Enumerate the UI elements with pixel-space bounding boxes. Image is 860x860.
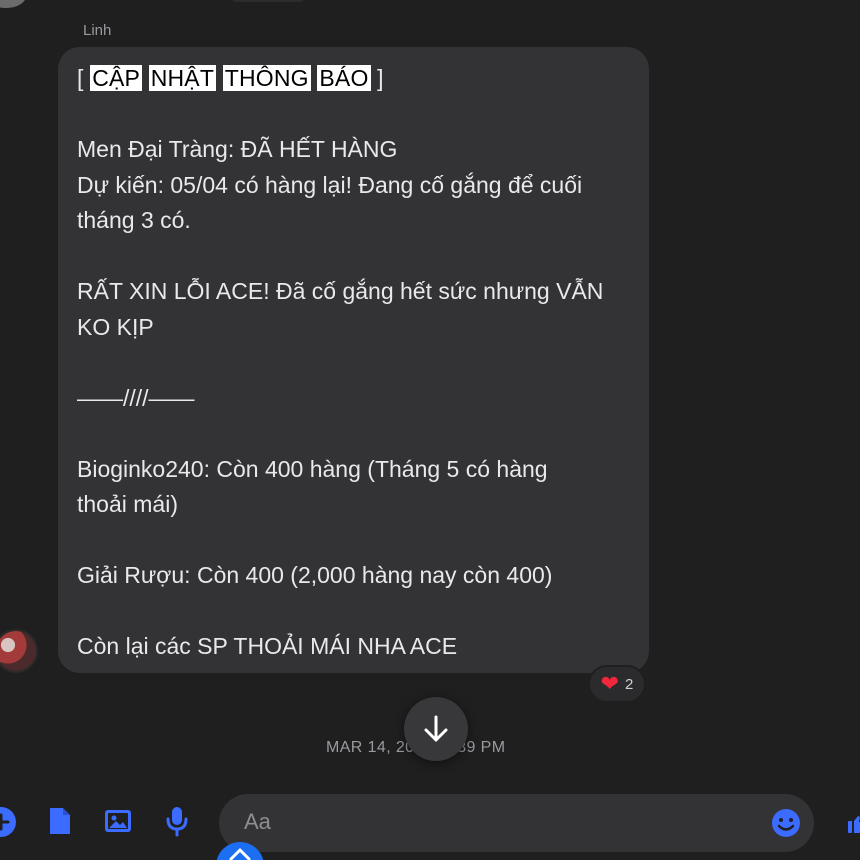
message-line: ——////——	[77, 384, 195, 411]
heading-highlight-word: NHẬT	[148, 65, 217, 91]
plus-icon	[0, 813, 10, 831]
smiley-icon[interactable]	[770, 807, 802, 839]
heading-bracket: ]	[377, 65, 384, 91]
heading-highlight-word: BÁO	[317, 65, 371, 91]
top-avatar-fragment	[0, 0, 26, 8]
scroll-down-button[interactable]	[404, 697, 468, 761]
message-composer: Aa	[0, 790, 860, 860]
heading-highlight-word: THÔNG	[222, 65, 311, 91]
message-line: Men Đại Tràng: ĐÃ HẾT HÀNG	[77, 136, 398, 162]
reaction-count: 2	[625, 675, 634, 693]
message-line: KO KỊP	[77, 313, 154, 340]
top-bar-fragment	[232, 0, 304, 2]
plus-button[interactable]	[0, 807, 16, 837]
message-bubble[interactable]: [ CẬP NHẬT THÔNG BÁO ] Men Đại Tràng: ĐÃ …	[58, 47, 649, 673]
arrow-up-icon	[229, 848, 251, 860]
message-heading: [ CẬP NHẬT THÔNG BÁO ]	[77, 61, 629, 97]
message-line: Dự kiến: 05/04 có hàng lại! Đang cố gắng…	[77, 171, 583, 198]
microphone-icon	[166, 807, 188, 837]
message-line: Giải Rượu: Còn 400 (2,000 hàng nay còn 4…	[77, 562, 553, 588]
voice-record-button[interactable]	[160, 804, 194, 838]
heading-highlight-word: CẬP	[90, 65, 143, 91]
message-line: Bioginko240: Còn 400 hàng (Tháng 5 có hà…	[77, 455, 548, 482]
arrow-down-icon	[424, 715, 448, 742]
chat-screen: Linh [ CẬP NHẬT THÔNG BÁO ] Men Đại Tràng…	[0, 0, 860, 860]
file-icon	[50, 808, 70, 834]
message-line: Còn lại các SP THOẢI MÁI NHA ACE	[77, 633, 458, 659]
image-icon	[105, 810, 131, 832]
thumbs-up-icon[interactable]	[846, 815, 860, 835]
heart-icon: ❤	[600, 671, 620, 696]
attach-image-button[interactable]	[101, 804, 135, 838]
sender-avatar[interactable]	[0, 629, 38, 673]
message-line: thoải mái)	[77, 491, 178, 517]
reaction-badge[interactable]: ❤ 2	[588, 665, 646, 703]
message-line: tháng 3 có.	[77, 207, 191, 233]
message-line: RẤT XIN LỖI ACE! Đã cố gắng hết sức nhưn…	[77, 278, 604, 304]
message-input-placeholder: Aa	[244, 809, 271, 834]
attach-file-button[interactable]	[43, 804, 77, 838]
sender-name: Linh	[83, 22, 112, 39]
message-input[interactable]: Aa	[219, 794, 814, 852]
message-text: [ CẬP NHẬT THÔNG BÁO ] Men Đại Tràng: ĐÃ …	[77, 61, 629, 665]
heading-bracket: [	[77, 65, 84, 91]
